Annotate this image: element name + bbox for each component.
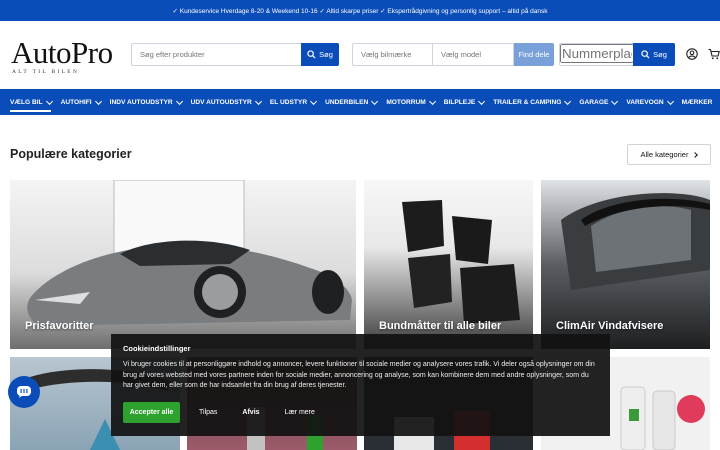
accept-all-button[interactable]: Accepter alle [123,402,180,423]
car-brand-select[interactable] [352,43,433,66]
nav-label: GARAGE [579,98,609,106]
cookie-actions: Accepter alle Tilpas Afvis Lær mere [123,402,321,423]
plate-search-label: Søg [653,50,667,59]
category-tile-prisfavoritter[interactable]: Prisfavoritter [10,180,356,349]
category-tile-bundmaatter[interactable]: Bundmåtter til alle biler [364,180,533,349]
nav-item-indv-autoudstyr[interactable]: INDV AUTOUDSTYR [109,89,183,115]
section-title: Populære kategorier [10,147,132,161]
nav-item-motorrum[interactable]: MOTORRUM [386,89,436,115]
chevron-down-icon [371,97,379,105]
chevron-down-icon [478,97,486,105]
cookie-consent-dialog: Cookieindstillinger Vi bruger cookies ti… [111,334,610,436]
nav-item-garage[interactable]: GARAGE [579,89,619,115]
nav-item-varevogn[interactable]: VAREVOGN [626,89,674,115]
cart-icon[interactable] [708,48,720,60]
site-logo[interactable]: AutoPro ALT TIL BILEN [11,35,129,78]
reject-button[interactable]: Afvis [236,409,265,416]
nav-label: AUTOHIFI [60,98,92,106]
car-model-input[interactable] [433,44,513,65]
nav-item-trailer-camping[interactable]: TRAILER & CAMPING [493,89,572,115]
car-brand-input[interactable] [353,44,432,65]
nav-label: TRAILER & CAMPING [493,98,562,106]
account-icon[interactable] [686,48,698,60]
nav-item-underbilen[interactable]: UNDERBILEN [325,89,379,115]
nav-label: VAREVOGN [626,98,664,106]
search-button[interactable]: Søg [301,43,339,66]
chevron-down-icon [45,97,53,105]
chevron-right-icon [692,151,699,158]
nav-label: UDV AUTOUDSTYR [190,98,252,106]
find-parts-button[interactable]: Find dele [514,43,554,66]
search-button-label: Søg [319,50,333,59]
chevron-down-icon [611,97,619,105]
search-input[interactable] [132,44,302,65]
nav-item-bilpleje[interactable]: BILPLEJE [443,89,486,115]
cookie-text: Vi bruger cookies til at personliggøre i… [123,361,595,389]
chat-icon [17,386,31,398]
nav-label: VÆLG BIL [10,98,43,106]
find-parts-label: Find dele [518,50,550,59]
main-navigation: VÆLG BIL AUTOHIFI INDV AUTOUDSTYR UDV AU… [0,89,720,115]
product-search: Søg [131,43,339,66]
nav-label: UNDERBILEN [325,98,369,106]
license-plate-input[interactable] [560,44,634,63]
car-model-select[interactable] [432,43,514,66]
learn-more-link[interactable]: Lær mere [279,409,321,416]
chevron-down-icon [310,97,318,105]
plate-search-button[interactable]: Søg [633,43,675,66]
tile-label: ClimAir Vindafvisere [556,320,664,332]
chevron-down-icon [564,97,572,105]
customize-button[interactable]: Tilpas [193,409,223,416]
chevron-down-icon [175,97,183,105]
chat-button[interactable] [8,376,40,408]
nav-item-vaelg-bil[interactable]: VÆLG BIL [10,89,53,115]
tile-label: Prisfavoritter [25,320,94,332]
search-icon [307,50,316,59]
cookie-title: Cookieindstillinger [123,344,191,353]
nav-label: EL UDSTYR [269,98,308,106]
license-plate-search: Søg [559,43,675,66]
announcement-bar: ✓ Kundeservice Hverdage 8-20 & Weekend 1… [0,0,720,21]
nav-item-el-udstyr[interactable]: EL UDSTYR [269,89,318,115]
announcement-text: ✓ Kundeservice Hverdage 8-20 & Weekend 1… [172,7,548,15]
nav-item-autohifi[interactable]: AUTOHIFI [60,89,102,115]
nav-item-maerker[interactable]: MÆRKER [682,89,713,115]
tile-label: Bundmåtter til alle biler [379,320,502,332]
category-tile-climair[interactable]: ClimAir Vindafvisere [541,180,710,349]
all-categories-label: Alle kategorier [640,150,689,159]
logo-wordmark: AutoPro [11,35,113,70]
search-icon [641,50,650,59]
all-categories-button[interactable]: Alle kategorier [627,144,711,165]
chevron-down-icon [428,97,436,105]
nav-label: BILPLEJE [443,98,476,106]
chevron-down-icon [254,97,262,105]
nav-label: MÆRKER [681,98,713,106]
chevron-down-icon [94,97,102,105]
chevron-down-icon [666,97,674,105]
nav-label: MOTORRUM [386,98,426,106]
nav-label: INDV AUTOUDSTYR [109,98,173,106]
site-header: AutoPro ALT TIL BILEN Søg Find dele Søg [0,21,720,89]
nav-item-udv-autoudstyr[interactable]: UDV AUTOUDSTYR [190,89,262,115]
